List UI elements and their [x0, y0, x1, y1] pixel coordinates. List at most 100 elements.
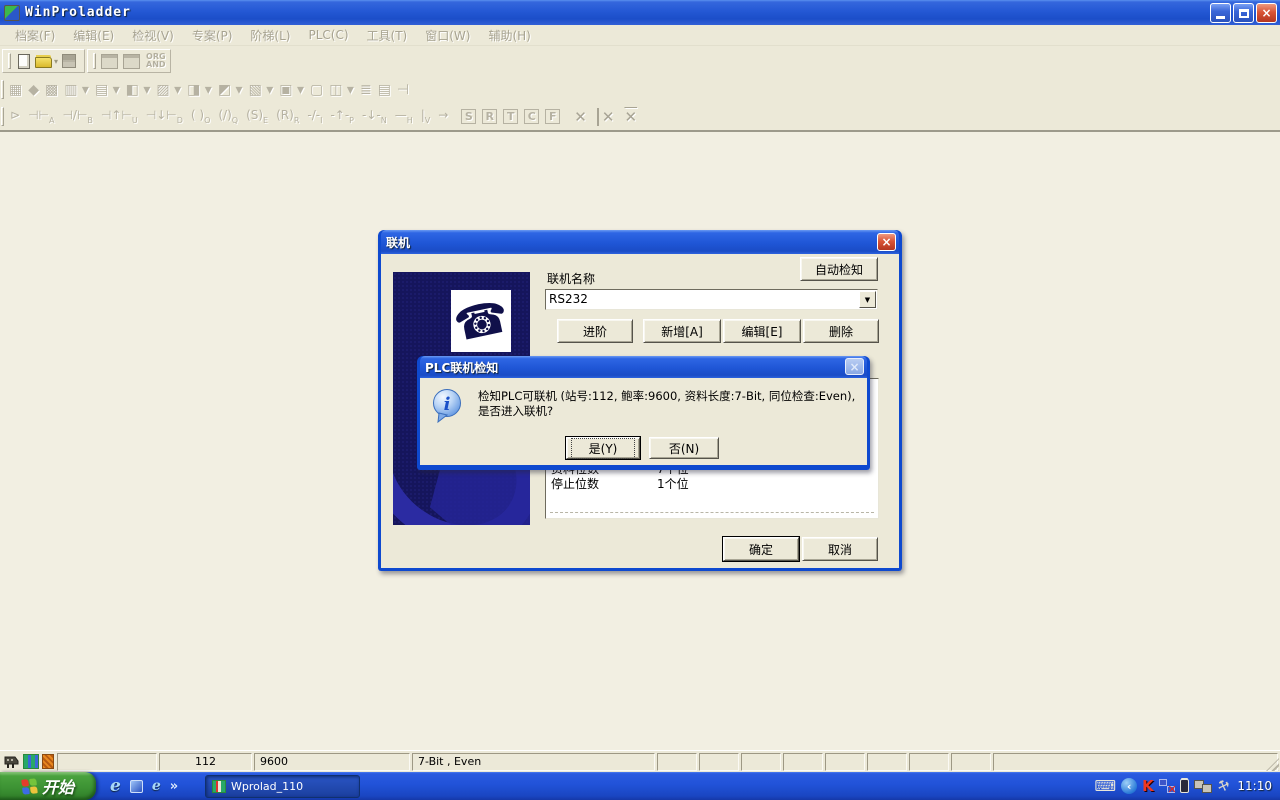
cancel-button[interactable]: 取消	[802, 537, 878, 561]
ladder-element-button[interactable]: ⊣↑⊢U	[101, 108, 138, 125]
menu-item[interactable]: 档案(F)	[6, 25, 64, 46]
edit-button[interactable]: 编辑[E]	[723, 319, 801, 343]
ladder-element-button[interactable]: ⊳	[10, 108, 20, 125]
network-computers-icon[interactable]	[1194, 780, 1212, 793]
plc-tool-button[interactable]: ⊣	[397, 82, 409, 98]
tool-tray-icon[interactable]: ⚒	[1215, 777, 1231, 795]
menu-item[interactable]: 窗口(W)	[416, 25, 479, 46]
window-tool-button[interactable]	[98, 50, 120, 72]
plc-tool-button[interactable]: ▣ ▾	[279, 82, 304, 98]
plc-tool-button[interactable]: ▤ ▾	[95, 82, 120, 98]
ladder-function-button[interactable]: S	[461, 109, 476, 124]
connect-dialog-titlebar[interactable]: 联机	[381, 230, 899, 254]
toolbar-grip[interactable]	[1, 80, 4, 99]
statusbar-pane	[741, 753, 781, 771]
combobox-dropdown-button[interactable]: ▼	[859, 291, 876, 308]
new-file-button[interactable]	[13, 50, 35, 72]
menu-item[interactable]: 阶梯(L)	[241, 25, 299, 46]
minimize-button[interactable]	[1210, 3, 1231, 23]
ladder-function-button[interactable]: F	[545, 109, 560, 124]
ladder-element-button[interactable]: (R)R	[276, 108, 299, 125]
plc-tool-button[interactable]: ▤	[378, 82, 391, 98]
no-button[interactable]: 否(N)	[649, 437, 719, 459]
advance-button[interactable]: 进阶	[557, 319, 633, 343]
plc-tool-button[interactable]: ◧ ▾	[126, 82, 151, 98]
save-button[interactable]	[58, 50, 80, 72]
ladder-monitor-icon[interactable]	[23, 754, 39, 769]
plc-tool-button[interactable]: ▦	[9, 82, 22, 98]
quick-launch-overflow-chevron[interactable]: »	[170, 779, 178, 794]
statusbar-baud-pane: 9600	[254, 753, 410, 771]
start-button[interactable]: 开始	[0, 772, 96, 800]
menu-item[interactable]: 检视(V)	[123, 25, 183, 46]
toolbar-grip[interactable]	[8, 53, 11, 69]
internet-explorer-icon[interactable]: e	[110, 776, 121, 796]
statusbar-pane	[825, 753, 865, 771]
add-button[interactable]: 新增[A]	[643, 319, 721, 343]
menu-item[interactable]: 辅助(H)	[479, 25, 539, 46]
ladder-element-button[interactable]: ⊣⊢A	[28, 108, 54, 125]
ladder-element-button[interactable]: (S)E	[246, 108, 268, 125]
plc-tool-button[interactable]: ◨ ▾	[187, 82, 212, 98]
hide-tray-icons-button[interactable]: ‹	[1121, 778, 1137, 794]
ladder-element-button[interactable]: ( )O	[191, 108, 210, 125]
ladder-element-button[interactable]: —H	[395, 108, 413, 125]
grid-tool-button[interactable]	[120, 50, 142, 72]
quick-launch-bar: e e »	[104, 772, 184, 800]
menu-item[interactable]: 编辑(E)	[64, 25, 123, 46]
maximize-button[interactable]	[1233, 3, 1254, 23]
plc-tool-button[interactable]: ▢	[310, 82, 323, 98]
delete-button[interactable]: 删除	[803, 319, 879, 343]
taskbar-clock: 11:10	[1237, 779, 1272, 793]
connection-combobox[interactable]: RS232 ▼	[545, 289, 878, 310]
plc-tool-button[interactable]: ◩ ▾	[218, 82, 243, 98]
menubar: 档案(F)编辑(E)检视(V)专案(P)阶梯(L)PLC(C)工具(T)窗口(W…	[0, 25, 1280, 46]
ladder-element-button[interactable]: →	[438, 108, 448, 125]
org-and-button[interactable]: ORG AND	[146, 53, 166, 69]
delete-element-button[interactable]: ✕	[597, 108, 615, 126]
delete-element-button[interactable]: ✕	[574, 108, 587, 126]
statusbar-pane	[657, 753, 697, 771]
window-icon	[101, 54, 118, 69]
ladder-element-button[interactable]: (/)Q	[218, 108, 238, 125]
taskbar-task-button[interactable]: Wprolad_110	[205, 775, 360, 798]
ladder-function-button[interactable]: T	[503, 109, 518, 124]
ladder-function-button[interactable]: R	[482, 109, 497, 124]
plc-tool-button[interactable]: ▥ ▾	[64, 82, 89, 98]
ladder-element-button[interactable]: -/-I	[307, 108, 322, 125]
auto-detect-button[interactable]: 自动检知	[800, 257, 878, 281]
network-disconnected-icon[interactable]: ✕	[1159, 779, 1175, 793]
menu-item[interactable]: 专案(P)	[183, 25, 242, 46]
plc-tool-button[interactable]: ▨ ▾	[156, 82, 181, 98]
outlook-express-icon[interactable]: e	[152, 778, 161, 794]
ladder-function-button[interactable]: C	[524, 109, 539, 124]
ladder-element-button[interactable]: ⊣↓⊢D	[146, 108, 183, 125]
plc-tool-button[interactable]: ◫ ▾	[329, 82, 354, 98]
menu-item[interactable]: PLC(C)	[299, 26, 357, 44]
ok-button[interactable]: 确定	[723, 537, 799, 561]
msgbox-titlebar[interactable]: PLC联机检知	[420, 356, 867, 378]
delete-element-button[interactable]: ✕	[624, 108, 637, 126]
plc-tool-button[interactable]: ▧ ▾	[249, 82, 274, 98]
open-file-button[interactable]: ▾	[35, 50, 58, 72]
yes-button[interactable]: 是(Y)	[566, 437, 640, 459]
ladder-element-button[interactable]: |V	[421, 108, 431, 125]
toolbar-grip[interactable]	[93, 53, 96, 69]
input-method-keyboard-icon[interactable]: ⌨	[1094, 777, 1116, 795]
plc-tool-button[interactable]: ≣	[360, 82, 372, 98]
menu-item[interactable]: 工具(T)	[358, 25, 417, 46]
connect-dialog-close-button[interactable]: ×	[877, 233, 896, 251]
close-button[interactable]: ×	[1256, 3, 1277, 23]
ladder-element-key: B	[87, 116, 93, 125]
plc-tool-button[interactable]: ◆	[28, 82, 39, 98]
msgbox-title: PLC联机检知	[425, 359, 498, 376]
antivirus-tray-icon[interactable]: K	[1142, 777, 1154, 795]
plc-tool-button[interactable]: ▩	[45, 82, 58, 98]
ladder-element-icon: ⊳	[10, 108, 20, 122]
toolbar-grip[interactable]	[1, 107, 4, 126]
ladder-element-button[interactable]: -↓-N	[362, 108, 387, 125]
quick-launch-icon[interactable]	[130, 780, 143, 793]
ladder-element-button[interactable]: -↑-P	[330, 108, 354, 125]
battery-tray-icon[interactable]	[1180, 779, 1189, 793]
ladder-element-button[interactable]: ⊣/⊢B	[62, 108, 92, 125]
